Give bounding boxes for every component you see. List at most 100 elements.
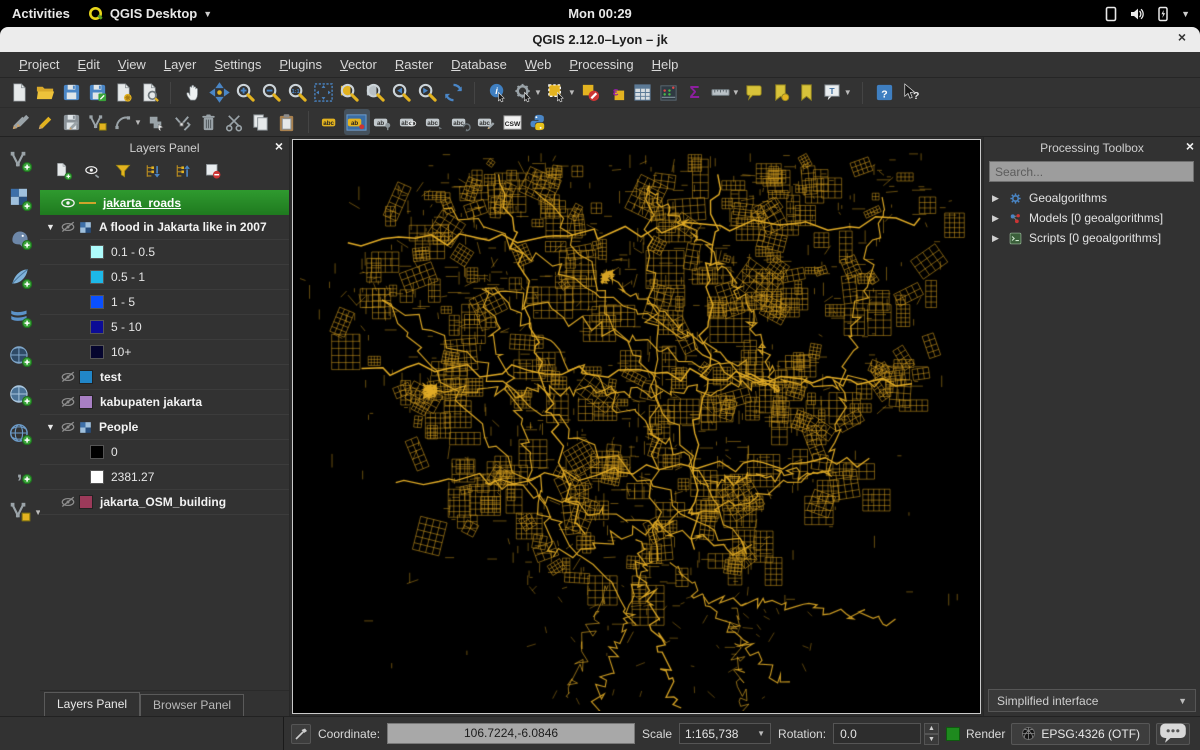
select-features-button[interactable]: [544, 80, 570, 106]
tab-browser-panel[interactable]: Browser Panel: [140, 694, 244, 716]
expand-all-button[interactable]: [142, 160, 164, 182]
map-tips-button[interactable]: [742, 80, 768, 106]
window-title-bar[interactable]: QGIS 2.12.0–Lyon – jk ×: [0, 27, 1200, 52]
menu-view[interactable]: View: [109, 54, 155, 75]
clock[interactable]: Mon 00:29: [568, 6, 632, 21]
expander-icon[interactable]: ▶: [992, 233, 1002, 244]
remove-layer-button[interactable]: [202, 160, 224, 182]
add-oracle-layer-button[interactable]: [6, 342, 34, 368]
metasearch-csw-button[interactable]: CSW: [500, 109, 526, 135]
python-console-button[interactable]: [526, 109, 552, 135]
zoom-to-selection-button[interactable]: [336, 80, 362, 106]
show-statistics-button[interactable]: Σ: [682, 80, 708, 106]
layer-item-people[interactable]: ▼People: [40, 415, 289, 440]
pan-map-button[interactable]: [180, 80, 206, 106]
new-project-button[interactable]: [6, 80, 32, 106]
legend-class-0-5-1[interactable]: 0.5 - 1: [40, 265, 289, 290]
refresh-map-button[interactable]: [440, 80, 466, 106]
processing-interface-select[interactable]: Simplified interface ▼: [988, 689, 1196, 712]
expander-icon[interactable]: ▼: [46, 222, 59, 232]
add-circular-string-button[interactable]: [110, 109, 136, 135]
add-postgis-layer-button[interactable]: [6, 225, 34, 251]
layer-item-kabupaten-jakarta[interactable]: kabupaten jakarta: [40, 390, 289, 415]
legend-class-10-[interactable]: 10+: [40, 340, 289, 365]
node-tool-button[interactable]: [170, 109, 196, 135]
toggle-editing-button[interactable]: [32, 109, 58, 135]
expander-icon[interactable]: ▼: [46, 422, 59, 432]
log-messages-button[interactable]: [1156, 723, 1190, 745]
layer-item-test[interactable]: test: [40, 365, 289, 390]
processing-toolbox-close-icon[interactable]: ×: [1186, 138, 1194, 154]
pan-to-selection-button[interactable]: [206, 80, 232, 106]
expander-icon[interactable]: ▶: [992, 213, 1002, 224]
save-layer-edits-button[interactable]: [58, 109, 84, 135]
help-contents-button[interactable]: ?: [872, 80, 898, 106]
processing-search-input[interactable]: [989, 161, 1194, 182]
copy-features-button[interactable]: [248, 109, 274, 135]
legend-class-5-10[interactable]: 5 - 10: [40, 315, 289, 340]
new-composer-button[interactable]: [110, 80, 136, 106]
scale-combobox[interactable]: 1:165,738 ▼: [679, 723, 771, 744]
composer-manager-button[interactable]: [136, 80, 162, 106]
cut-features-button[interactable]: [222, 109, 248, 135]
filter-legend-button[interactable]: [112, 160, 134, 182]
menu-edit[interactable]: Edit: [68, 54, 108, 75]
menu-project[interactable]: Project: [10, 54, 68, 75]
zoom-next-button[interactable]: [414, 80, 440, 106]
zoom-to-layer-button[interactable]: [362, 80, 388, 106]
show-hide-labels-button[interactable]: abc: [396, 109, 422, 135]
render-checkbox[interactable]: [946, 727, 960, 741]
menu-vector[interactable]: Vector: [331, 54, 386, 75]
zoom-last-button[interactable]: [388, 80, 414, 106]
processing-group-scripts[interactable]: ▶Scripts [0 geoalgorithms]: [984, 228, 1200, 248]
rotation-input[interactable]: 0.0: [833, 723, 921, 744]
processing-group-models[interactable]: ▶Models [0 geoalgorithms]: [984, 208, 1200, 228]
save-project-as-button[interactable]: [84, 80, 110, 106]
add-wfs-layer-button[interactable]: [6, 420, 34, 446]
layer-item-jakarta-roads[interactable]: jakarta_roads: [40, 190, 289, 215]
zoom-out-button[interactable]: [258, 80, 284, 106]
add-vector-layer-button[interactable]: [6, 147, 34, 173]
legend-class-2381-27[interactable]: 2381.27: [40, 465, 289, 490]
expander-icon[interactable]: ▶: [992, 193, 1002, 204]
menu-raster[interactable]: Raster: [386, 54, 442, 75]
menu-web[interactable]: Web: [516, 54, 561, 75]
menu-settings[interactable]: Settings: [205, 54, 270, 75]
menu-processing[interactable]: Processing: [560, 54, 642, 75]
show-bookmarks-button[interactable]: [794, 80, 820, 106]
visibility-eye-on-icon[interactable]: [59, 194, 79, 212]
visibility-eye-off-icon[interactable]: [59, 393, 79, 411]
deselect-features-button[interactable]: [578, 80, 604, 106]
delete-selected-button[interactable]: [196, 109, 222, 135]
menu-database[interactable]: Database: [442, 54, 516, 75]
window-close-button[interactable]: ×: [1178, 29, 1186, 45]
add-delimited-text-layer-button[interactable]: ,: [6, 459, 34, 485]
zoom-in-button[interactable]: [232, 80, 258, 106]
legend-class-1-5[interactable]: 1 - 5: [40, 290, 289, 315]
measure-line-button[interactable]: [708, 80, 734, 106]
app-menu[interactable]: QGIS Desktop ▼: [88, 6, 212, 22]
add-raster-layer-button[interactable]: [6, 186, 34, 212]
menu-layer[interactable]: Layer: [155, 54, 206, 75]
menu-help[interactable]: Help: [643, 54, 688, 75]
save-project-button[interactable]: [58, 80, 84, 106]
add-feature-button[interactable]: [84, 109, 110, 135]
visibility-eye-off-icon[interactable]: [59, 218, 79, 236]
move-label-button[interactable]: abc: [422, 109, 448, 135]
open-project-button[interactable]: [32, 80, 58, 106]
current-edits-button[interactable]: [6, 109, 32, 135]
coordinate-input[interactable]: 106.7224,-6.0846: [387, 723, 635, 744]
menu-plugins[interactable]: Plugins: [270, 54, 331, 75]
crs-status-button[interactable]: EPSG:4326 (OTF): [1011, 723, 1150, 745]
collapse-all-button[interactable]: [172, 160, 194, 182]
new-bookmark-button[interactable]: [768, 80, 794, 106]
rotation-spinner[interactable]: ▲▼: [924, 723, 939, 744]
manage-layer-visibility-button[interactable]: [82, 160, 104, 182]
map-canvas[interactable]: [292, 139, 981, 714]
whats-this-button[interactable]: ?: [898, 80, 924, 106]
add-mssql-layer-button[interactable]: [6, 303, 34, 329]
system-tray[interactable]: ▼: [1103, 6, 1200, 22]
toggle-extents-button[interactable]: [291, 724, 311, 744]
layer-item-a-flood-in-jakarta-like-in-2007[interactable]: ▼A flood in Jakarta like in 2007: [40, 215, 289, 240]
paste-features-button[interactable]: [274, 109, 300, 135]
